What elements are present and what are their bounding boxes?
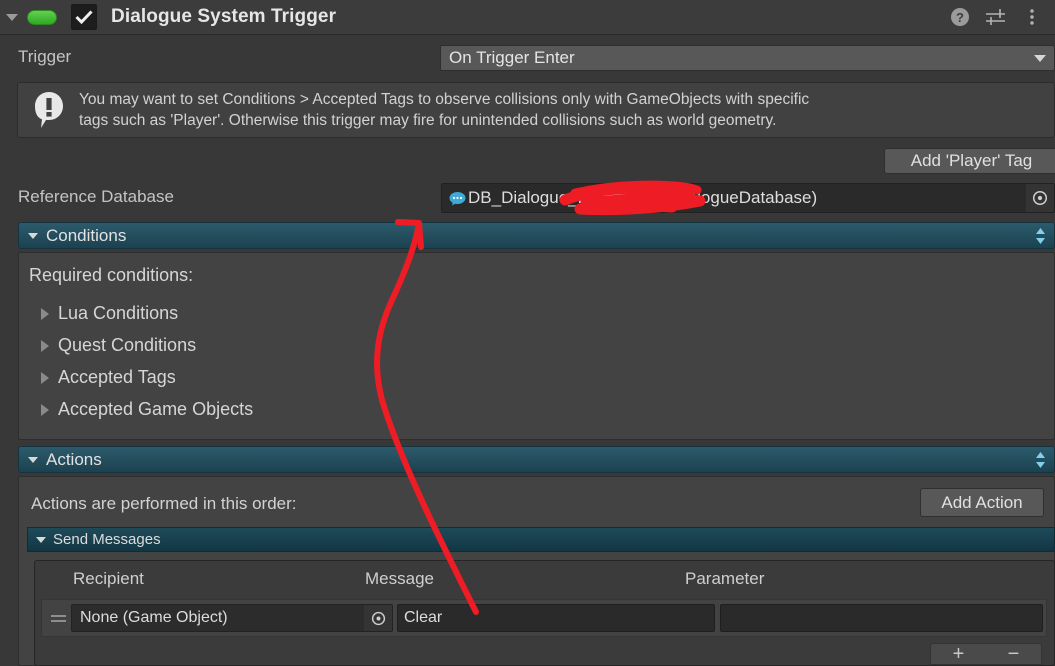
checkmark-icon bbox=[75, 10, 93, 24]
component-enabled-checkbox[interactable] bbox=[71, 4, 97, 30]
actions-sort-arrows[interactable] bbox=[1034, 450, 1047, 470]
preset-sliders-icon[interactable] bbox=[985, 6, 1007, 28]
conditions-item-label: Lua Conditions bbox=[58, 303, 179, 323]
dialogue-database-icon bbox=[449, 191, 466, 205]
svg-text:?: ? bbox=[956, 10, 964, 25]
conditions-item-label: Accepted Tags bbox=[58, 367, 176, 387]
trigger-dropdown-value: On Trigger Enter bbox=[449, 48, 575, 67]
parameter-input[interactable] bbox=[720, 604, 1043, 632]
column-header-parameter: Parameter bbox=[685, 568, 765, 588]
reference-database-field[interactable]: DB_Dialogue_E██████ (DialogueDatabase) bbox=[441, 183, 1055, 213]
conditions-item-accepted-tags[interactable]: Accepted Tags bbox=[37, 367, 176, 388]
help-icon[interactable]: ? bbox=[949, 6, 971, 28]
remove-row-button[interactable]: − bbox=[1008, 644, 1020, 664]
unity-script-icon bbox=[27, 9, 57, 25]
conditions-item-label: Accepted Game Objects bbox=[58, 399, 254, 419]
chevron-down-icon bbox=[6, 13, 18, 21]
conditions-sort-arrows[interactable] bbox=[1034, 226, 1047, 246]
help-box: You may want to set Conditions > Accepte… bbox=[17, 82, 1055, 138]
help-line-2: tags such as 'Player'. Otherwise this tr… bbox=[79, 112, 777, 129]
row-add-remove-group: + − bbox=[930, 643, 1042, 665]
actions-order-label: Actions are performed in this order: bbox=[31, 494, 297, 513]
trigger-label-wrap: Trigger bbox=[18, 47, 71, 67]
conditions-item-accepted-game-objects[interactable]: Accepted Game Objects bbox=[37, 399, 253, 420]
chevron-down-icon bbox=[28, 232, 38, 239]
reference-database-value: DB_Dialogue_E██████ (DialogueDatabase) bbox=[468, 188, 818, 207]
object-picker-icon[interactable] bbox=[364, 605, 392, 631]
unity-inspector-panel: Dialogue System Trigger ? Trigger On Tri… bbox=[0, 0, 1055, 666]
trigger-dropdown[interactable]: On Trigger Enter bbox=[440, 45, 1055, 71]
send-messages-subsection-header[interactable]: Send Messages bbox=[27, 527, 1055, 552]
conditions-item-lua[interactable]: Lua Conditions bbox=[37, 303, 178, 324]
send-messages-table: Recipient Message Parameter None (Game O… bbox=[34, 560, 1055, 666]
required-conditions-label: Required conditions: bbox=[29, 265, 194, 285]
add-player-tag-button[interactable]: Add 'Player' Tag bbox=[884, 148, 1055, 174]
conditions-item-quest[interactable]: Quest Conditions bbox=[37, 335, 196, 356]
conditions-panel: Required conditions: Lua Conditions Ques… bbox=[18, 252, 1055, 440]
conditions-item-label: Quest Conditions bbox=[58, 335, 197, 355]
conditions-header-label: Conditions bbox=[46, 225, 127, 245]
chevron-right-icon bbox=[41, 307, 49, 320]
object-picker-icon[interactable] bbox=[1026, 184, 1054, 212]
header-icon-group: ? bbox=[949, 6, 1055, 28]
message-input[interactable]: Clear bbox=[397, 604, 715, 632]
chevron-down-icon bbox=[36, 536, 46, 543]
recipient-value: None (Game Object) bbox=[80, 609, 228, 626]
chevron-right-icon bbox=[41, 339, 49, 352]
column-header-recipient: Recipient bbox=[73, 568, 144, 588]
column-header-message: Message bbox=[365, 568, 434, 588]
component-foldout-toggle[interactable] bbox=[3, 8, 21, 26]
table-row[interactable]: None (Game Object) Clear bbox=[41, 599, 1047, 637]
warning-exclamation-icon bbox=[35, 92, 63, 128]
component-header[interactable]: Dialogue System Trigger ? bbox=[0, 0, 1055, 35]
chevron-down-icon bbox=[28, 456, 38, 463]
table-header-row: Recipient Message Parameter bbox=[35, 561, 1054, 596]
reference-database-label: Reference Database bbox=[18, 187, 174, 206]
chevron-right-icon bbox=[41, 403, 49, 416]
trigger-label: Trigger bbox=[18, 47, 72, 66]
send-messages-label: Send Messages bbox=[53, 531, 161, 548]
conditions-section-header[interactable]: Conditions bbox=[18, 222, 1055, 249]
chevron-right-icon bbox=[41, 371, 49, 384]
add-row-button[interactable]: + bbox=[953, 644, 965, 664]
actions-section-header[interactable]: Actions bbox=[18, 446, 1055, 473]
help-box-text: You may want to set Conditions > Accepte… bbox=[79, 89, 809, 131]
chevron-down-icon bbox=[1034, 54, 1046, 62]
component-title: Dialogue System Trigger bbox=[111, 6, 337, 27]
help-line-1: You may want to set Conditions > Accepte… bbox=[79, 91, 810, 108]
reference-database-label-wrap: Reference Database bbox=[18, 187, 174, 207]
row-drag-handle-icon[interactable] bbox=[45, 614, 71, 622]
actions-header-label: Actions bbox=[46, 449, 102, 469]
add-action-button[interactable]: Add Action bbox=[920, 488, 1044, 517]
recipient-object-field[interactable]: None (Game Object) bbox=[71, 604, 393, 632]
three-dot-menu-icon[interactable] bbox=[1021, 6, 1043, 28]
